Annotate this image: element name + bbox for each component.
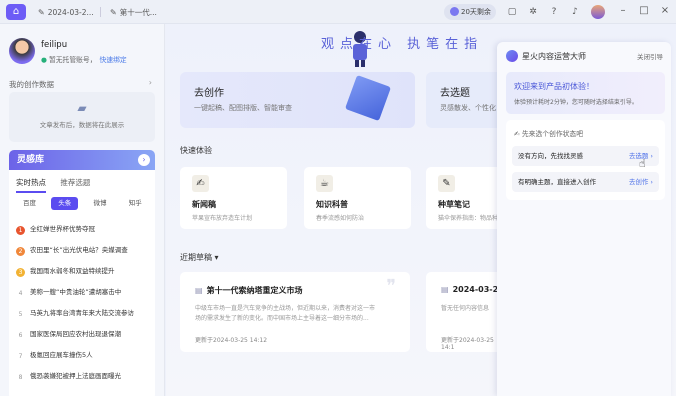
quick-card-news[interactable]: ✍ 新闻稿 苹果宣布放弃造车计划: [180, 167, 287, 229]
go-create-link[interactable]: 去创作 ›: [629, 172, 653, 192]
creation-data-box: ▰ 文章发布后，数据将在此展示: [9, 92, 155, 142]
tab-separator: [100, 7, 101, 17]
layout-icon[interactable]: ▢: [505, 5, 519, 19]
chip-zhihu[interactable]: 知乎: [122, 197, 149, 210]
maximize-button[interactable]: □: [637, 4, 651, 18]
tab-draft-date[interactable]: ✎ 2024-03-2...: [38, 5, 94, 20]
chevron-right-icon[interactable]: ›: [149, 78, 152, 87]
rank-number: 8: [18, 374, 23, 381]
avatar[interactable]: [591, 5, 605, 19]
inspiration-subtabs: 实时热点 推荐选题: [16, 177, 102, 193]
diamond-icon: [450, 7, 459, 16]
inspiration-library: 灵感库 › 实时热点 推荐选题 百度 头条 微博 知乎 1 全红婵世界杯优势夺冠 2…: [9, 150, 155, 396]
list-item[interactable]: 5 马英九将率台湾青年来大陆交流参访: [16, 306, 150, 320]
guide-title: 星火内容运营大师: [522, 52, 586, 61]
title-bar: ⌂ ✎ 2024-03-2... ✎ 第十一代... 20天剩余 ▢ ✲ ? ♪ –…: [0, 0, 676, 24]
rank-badge: 1: [16, 226, 25, 235]
document-icon: ▰: [77, 101, 87, 115]
home-icon[interactable]: ⌂: [6, 4, 26, 20]
spark-logo-icon: [506, 50, 518, 62]
bind-account-link[interactable]: 快速绑定: [100, 56, 127, 64]
list-item[interactable]: 7 极氪回应展车撞伤5人: [16, 348, 150, 362]
tab-draft-sonata[interactable]: ✎ 第十一代...: [110, 5, 157, 20]
username: feilipu: [41, 40, 68, 50]
shield-icon: ●: [41, 56, 47, 64]
quote-icon: ❞: [386, 276, 396, 297]
minimize-button[interactable]: –: [616, 4, 630, 18]
arrow-right-icon[interactable]: ›: [138, 154, 150, 166]
list-item[interactable]: 2 农田里“长”出光伏电站？央媒调查: [16, 243, 150, 257]
user-avatar[interactable]: [9, 38, 35, 64]
draft-card[interactable]: ❞ ▤ 第十一代索纳塔重定义市场 中级车市场一直是汽车竞争的主战场，但近期以来，消…: [180, 272, 410, 352]
inspiration-header[interactable]: 灵感库 ›: [9, 150, 155, 170]
note-icon: ✎: [438, 175, 455, 192]
tab-recommended-topics[interactable]: 推荐选题: [60, 177, 90, 191]
hand-cursor-icon: ☝: [639, 157, 646, 170]
close-guide-button[interactable]: 关闭引导: [637, 51, 663, 61]
creation-data-title: 我的创作数据: [9, 80, 54, 89]
rank-number: 4: [18, 290, 23, 297]
document-icon: ▤: [441, 285, 449, 294]
list-item[interactable]: 3 我国雨水弱冬和双益特续提升: [16, 264, 150, 278]
go-topic-card[interactable]: 去选题 灵感散发、个性化: [426, 72, 506, 128]
choose-title: ✍ 先来选个创作状态吧: [514, 130, 584, 138]
chip-baidu[interactable]: 百度: [16, 197, 43, 210]
slogan: 观点在心 执笔在指: [321, 37, 484, 52]
edit-icon: ✎: [110, 8, 117, 17]
account-status: ● 暂无托管账号， 快速绑定: [41, 56, 127, 64]
caret-down-icon: ▾: [214, 253, 219, 262]
rank-badge: 3: [16, 268, 25, 277]
cube-illustration: [344, 74, 392, 122]
list-item[interactable]: 4 美称一艘“中贵油轮”遭胡塞击中: [16, 285, 150, 299]
bell-icon[interactable]: ♪: [568, 5, 582, 19]
close-button[interactable]: ×: [658, 4, 672, 18]
welcome-box: 欢迎来到产品初体验！ 体验预计耗时2分钟，您可随时选择结束引导。: [506, 72, 665, 114]
list-item[interactable]: 6 国家医保局回应农村出现退保潮: [16, 327, 150, 341]
quick-experience-title: 快速体验: [180, 146, 212, 155]
pencil-icon: ✍: [514, 130, 522, 138]
recent-drafts-title[interactable]: 近期草稿 ▾: [180, 252, 219, 263]
document-icon: ▤: [195, 286, 203, 295]
chip-weibo[interactable]: 微博: [86, 197, 113, 210]
rank-number: 7: [18, 353, 23, 360]
edit-icon: ✎: [38, 8, 45, 17]
option-find-inspiration[interactable]: 没有方向，先找找灵感 去选题 ›: [512, 146, 659, 166]
option-start-creating[interactable]: 有明确主题，直接进入创作 去创作 ›: [512, 172, 659, 192]
chip-toutiao[interactable]: 头条: [51, 197, 79, 210]
help-icon[interactable]: ?: [547, 5, 561, 19]
trial-badge[interactable]: 20天剩余: [444, 4, 496, 20]
cup-icon: ☕: [316, 175, 333, 192]
draft-card[interactable]: ▤ 2024-03-25 暂无任何内容信息 更新于2024-03-25 14:1: [426, 272, 506, 352]
guide-panel: 星火内容运营大师 关闭引导 欢迎来到产品初体验！ 体验预计耗时2分钟，您可随时选…: [497, 42, 671, 396]
source-chips: 百度 头条 微博 知乎: [16, 197, 155, 210]
sidebar: feilipu ● 暂无托管账号， 快速绑定 我的创作数据 › ▰ 文章发布后，数据…: [0, 24, 165, 396]
rank-badge: 2: [16, 247, 25, 256]
gear-icon[interactable]: ✲: [526, 5, 540, 19]
list-item[interactable]: 1 全红婵世界杯优势夺冠: [16, 222, 150, 236]
go-create-card[interactable]: 去创作 一键起稿、配图排版、智能审查: [180, 72, 415, 128]
tab-realtime-hot[interactable]: 实时热点: [16, 177, 46, 193]
rank-number: 5: [18, 311, 23, 318]
pen-icon: ✍: [192, 175, 209, 192]
list-item[interactable]: 8 俄恐袭嫌犯被押上法庭画面曝光: [16, 369, 150, 383]
quick-card-science[interactable]: ☕ 知识科普 春季流感如何防治: [304, 167, 411, 229]
rank-number: 6: [18, 332, 23, 339]
